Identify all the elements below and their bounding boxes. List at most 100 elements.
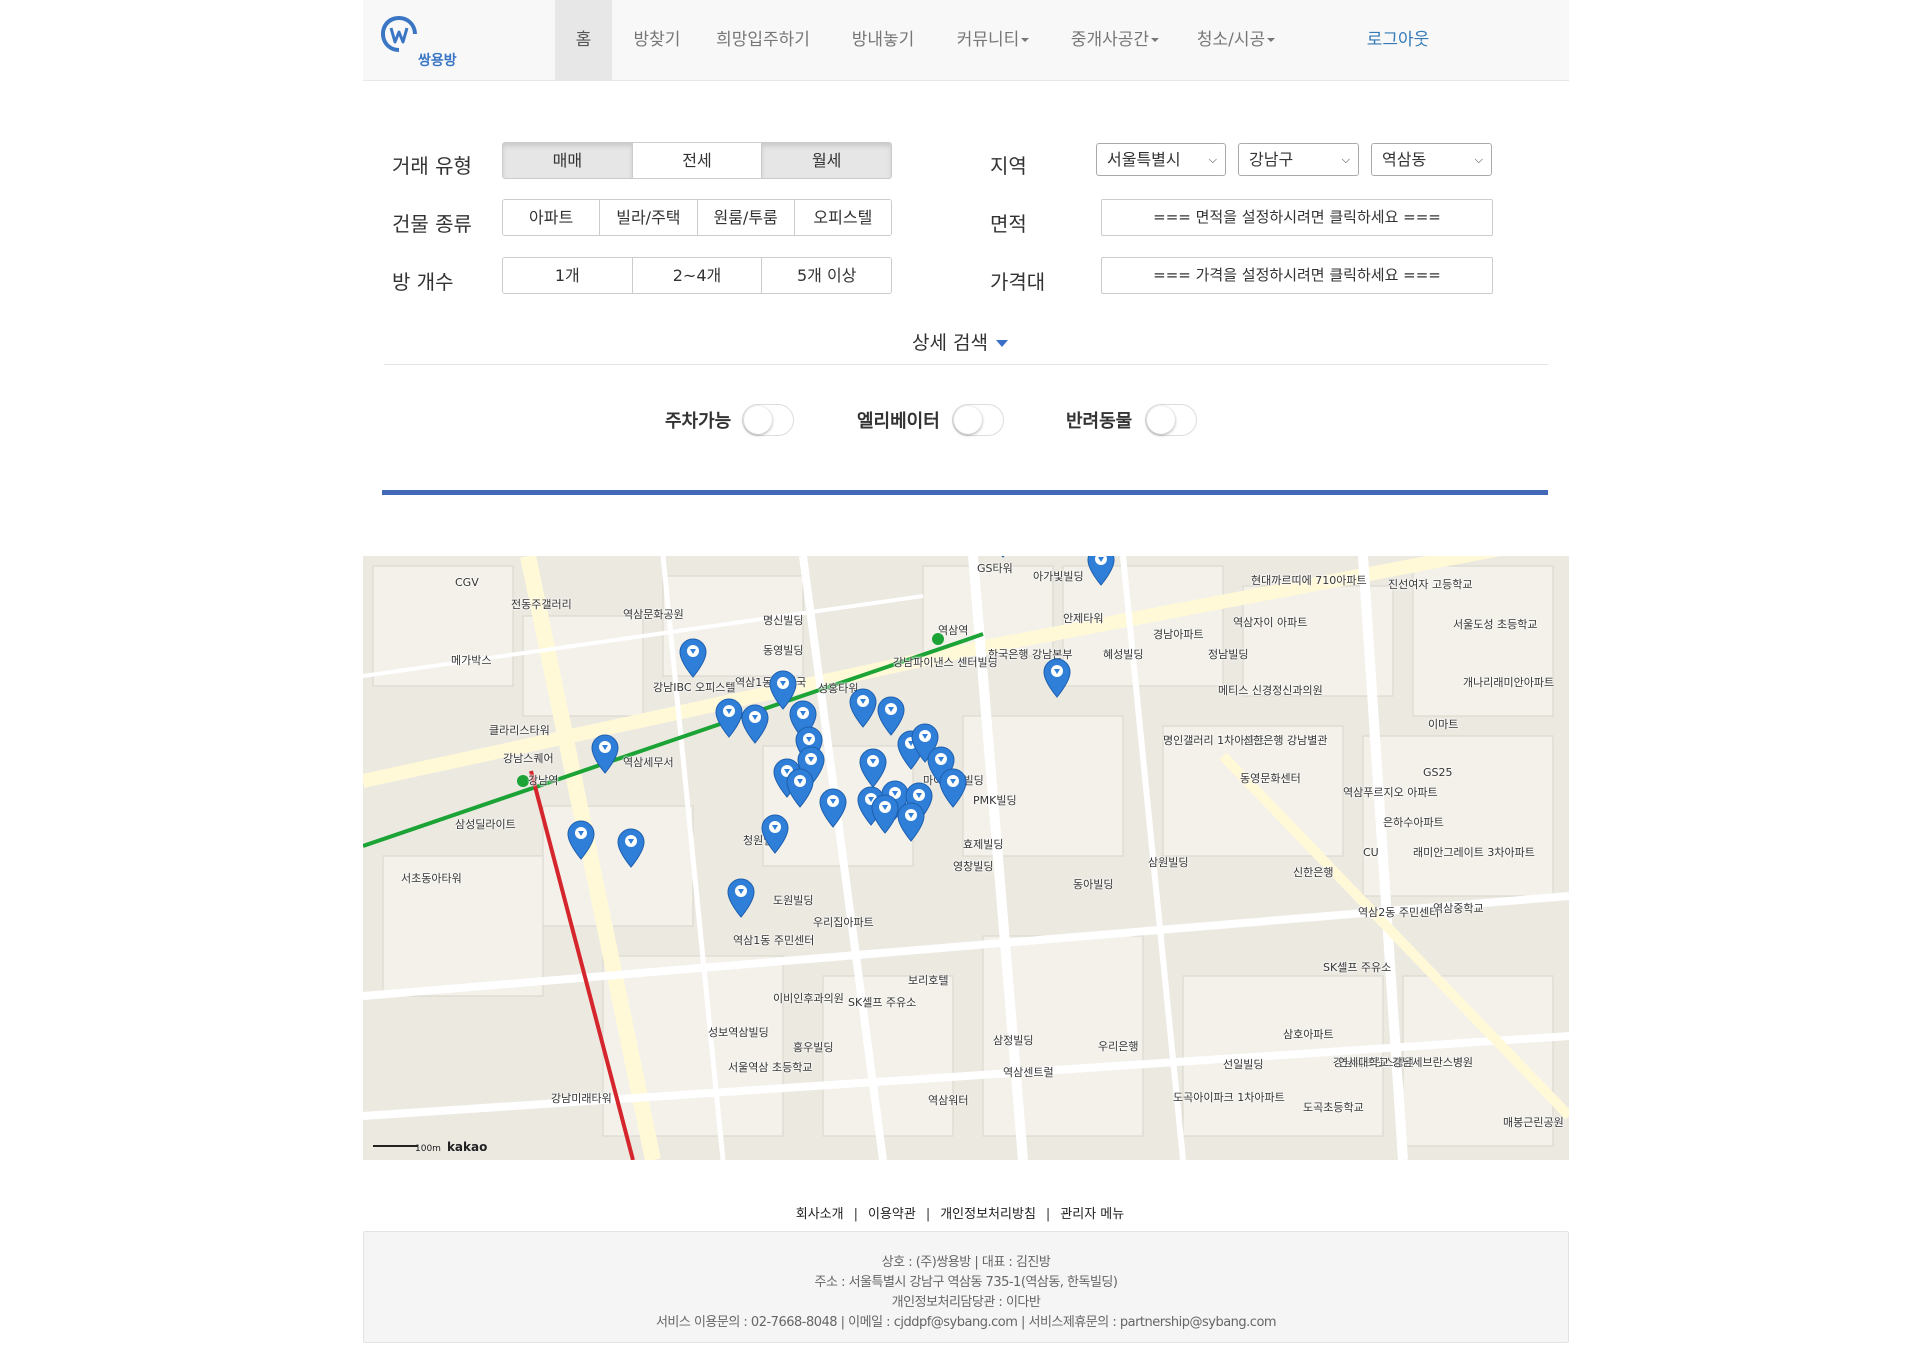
detail-search-toggle[interactable]: 상세 검색 [0,328,1920,355]
nav-broker-label: 중개사공간 [1070,30,1150,50]
map-marker-pin-icon[interactable] [939,768,967,808]
map-label-dongyoung-culture: 동영문화센터 [1240,772,1301,785]
price-label: 가격대 [990,270,1046,294]
footer-company: 상호 : (주)쌍용방 | 대표 : 김진방 [881,1255,1051,1270]
map-marker-pin-icon[interactable] [715,698,743,738]
map-background [363,556,1569,1160]
map-label-urijip: 우리집아파트 [813,916,874,929]
deal-type-sale[interactable]: 매매 [503,143,633,178]
map-label-meritz: 메가박스 [451,654,492,667]
divider: | [925,1207,931,1222]
building-apartment[interactable]: 아파트 [503,200,601,235]
building-type-label: 건물 종류 [392,212,472,236]
map-label-ihouse: 이마트 [1428,718,1459,731]
elevator-toggle[interactable] [952,404,1004,436]
map-label-yeoksam-dong2: 역삼2동 주민센터 [1358,906,1440,919]
map-label-jewon: 역삼세무서 [623,756,674,769]
building-oneroom[interactable]: 원룸/투룸 [697,200,795,235]
map-label-maebong: 매봉근린공원 [1503,1116,1564,1129]
nav-broker[interactable]: 중개사공간 [1060,0,1170,80]
map-label-hanmi-high: 진선여자 고등학교 [1388,578,1473,591]
map-label-yeoksam-water: 역삼워터 [928,1094,969,1107]
map-marker-pin-icon[interactable] [1043,658,1071,698]
map-label-jeonggeun: 전동주갤러리 [511,598,572,611]
nav-home[interactable]: 홈 [555,0,612,80]
area-range-button[interactable]: === 면적을 설정하시려면 클릭하세요 === [1101,199,1493,236]
map-label-eunha: 은하수아파트 [1383,816,1444,829]
map[interactable]: CGV전동주갤러리역삼문화공원명신빌딩동영빌딩강남IBC 오피스텔역삼1동 우체… [363,556,1569,1160]
map-label-gangnam-square: 강남스퀘어 [503,752,554,765]
region-city-value: 서울특별시 [1107,150,1181,169]
deal-type-monthly[interactable]: 월세 [762,143,891,178]
footer-link-admin[interactable]: 관리자 메뉴 [1060,1207,1124,1222]
map-marker-pin-icon[interactable] [897,802,925,842]
map-label-bori: 보리호텔 [908,974,949,987]
footer-link-terms[interactable]: 이용약관 [868,1207,916,1222]
map-label-haesung: 혜성빌딩 [1103,648,1144,661]
toggle-knob [1147,406,1175,434]
rooms-two-four[interactable]: 2~4개 [632,258,763,293]
map-label-jeongnam: 정남빌딩 [1208,648,1249,661]
nav-cleaning-label: 청소/시공 [1196,30,1266,50]
nav-logout[interactable]: 로그아웃 [1348,0,1448,80]
region-district-select[interactable]: 강남구 ⌵ [1238,143,1359,176]
map-marker-pin-icon[interactable] [591,734,619,774]
map-label-seonil: 선일빌딩 [1223,1058,1264,1071]
deal-type-jeonse[interactable]: 전세 [632,143,763,178]
footer-link-privacy[interactable]: 개인정보처리방침 [940,1207,1036,1222]
map-label-dogok-school: 도곡초등학교 [1303,1101,1364,1114]
pets-label: 반려동물 [1066,411,1133,432]
triangle-down-icon [995,340,1008,347]
pets-toggle[interactable] [1145,404,1197,436]
map-label-dona: 동아빌딩 [1073,878,1114,891]
map-marker-pin-icon[interactable] [567,820,595,860]
nav-community[interactable]: 커뮤니티 [943,0,1043,80]
elevator-label: 엘리베이터 [857,411,940,432]
map-marker-pin-icon[interactable] [741,704,769,744]
nav-find-room[interactable]: 방찾기 [621,0,693,80]
region-city-select[interactable]: 서울특별시 ⌵ [1096,143,1226,176]
map-marker-pin-icon[interactable] [1087,556,1115,586]
detail-search-label: 상세 검색 [912,332,988,354]
map-label-seoul-dodo: 서울도성 초등학교 [1453,618,1538,631]
map-marker-pin-icon[interactable] [786,768,814,808]
map-label-yeonse: 연세대학교 강남세브란스병원 [1338,1056,1474,1069]
nav-cleaning[interactable]: 청소/시공 [1186,0,1286,80]
rooms-one[interactable]: 1개 [503,258,633,293]
map-marker-pin-icon[interactable] [761,814,789,854]
rooms-five-plus[interactable]: 5개 이상 [762,258,891,293]
map-label-seongbo: 성보역삼빌딩 [708,1026,769,1039]
building-officetel[interactable]: 오피스텔 [794,200,891,235]
map-marker-pin-icon[interactable] [849,688,877,728]
map-label-gs25: GS25 [1423,766,1453,779]
map-label-yeoksam-ipark: 역삼자이 아파트 [1233,616,1308,629]
region-dong-select[interactable]: 역삼동 ⌵ [1371,143,1492,176]
divider [384,364,1548,365]
map-marker-pin-icon[interactable] [727,878,755,918]
footer-contact: 서비스 이용문의 : 02-7668-8048 | 이메일 : cjddpf@s… [655,1315,1277,1330]
footer-link-about[interactable]: 회사소개 [796,1207,844,1222]
area-label: 면적 [990,212,1027,236]
map-label-yeoksam-culture: 역삼문화공원 [623,608,684,621]
map-label-agabit: 아가빛빌딩 [1033,570,1084,583]
map-marker-pin-icon[interactable] [819,788,847,828]
map-marker-pin-icon[interactable] [679,638,707,678]
map-label-gaenari: 개나리래미안아파트 [1463,676,1555,689]
map-label-hyundai: 현대까르띠에 710아파트 [1251,574,1367,587]
map-label-samjeong: 삼정빌딩 [993,1034,1034,1047]
price-range-button[interactable]: === 가격을 설정하시려면 클릭하세요 === [1101,257,1493,294]
parking-toggle[interactable] [742,404,794,436]
map-marker-pin-icon[interactable] [989,556,1017,558]
brand-name: 쌍용방 [418,53,457,69]
map-marker-pin-icon[interactable] [871,794,899,834]
map-label-samwon: 삼원빌딩 [1148,856,1189,869]
building-villa[interactable]: 빌라/주택 [600,200,698,235]
map-label-samho: 삼호아파트 [1283,1028,1334,1041]
brand-logo[interactable]: 쌍용방 [377,12,457,70]
divider: | [1045,1207,1051,1222]
nav-list-room[interactable]: 방내놓기 [833,0,933,80]
accent-bar [382,490,1548,495]
nav-wish[interactable]: 희망입주하기 [701,0,825,80]
map-label-cgv: CGV [455,576,479,589]
map-marker-pin-icon[interactable] [617,828,645,868]
